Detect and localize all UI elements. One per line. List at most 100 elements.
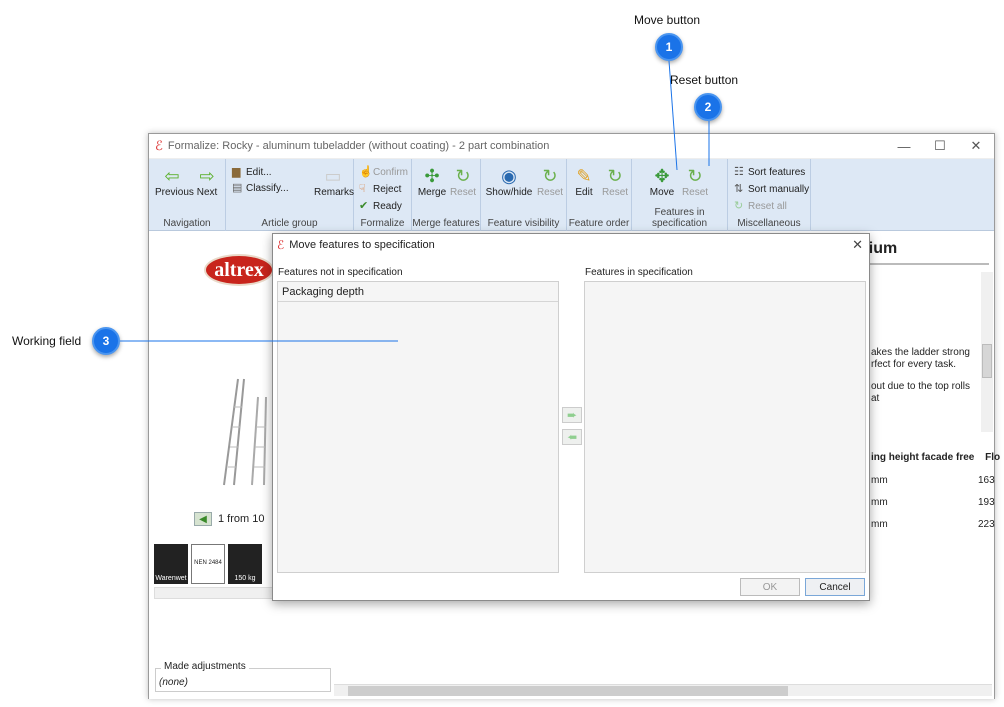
reset-all-button[interactable]: ↻ Reset all: [734, 199, 787, 212]
visibility-reset-button[interactable]: ↻ Reset: [535, 165, 565, 198]
features-not-in-spec-list[interactable]: Packaging depth: [277, 281, 559, 573]
pager-text: 1 from 10: [218, 513, 265, 525]
scrollbar-thumb[interactable]: [348, 686, 788, 696]
app-logo-icon: ℰ: [277, 238, 285, 252]
merge-label: Merge: [417, 187, 447, 198]
made-adjustments-legend: Made adjustments: [161, 661, 249, 672]
ok-button[interactable]: OK: [740, 578, 800, 596]
heading-divider: [859, 263, 989, 265]
previous-button[interactable]: ⇦ Previous: [155, 165, 194, 198]
table-cell: 223: [978, 519, 995, 530]
table-cell: mm: [871, 475, 888, 486]
move-button[interactable]: ✥ Move: [646, 165, 678, 198]
ribbon-group-visibility: ◉ Show/hide ↻ Reset Feature visibility: [481, 159, 567, 231]
table-cell: 193: [978, 497, 995, 508]
next-label: Next: [196, 187, 218, 198]
left-horizontal-scrollbar[interactable]: [154, 587, 274, 599]
remarks-button[interactable]: ▭ Remarks: [314, 165, 354, 198]
sort-manually-button[interactable]: ⇅ Sort manually: [734, 182, 809, 195]
spec-reset-button[interactable]: ↻ Reset: [680, 165, 710, 198]
title-bar: ℰ Formalize: Rocky - aluminum tubeladder…: [149, 134, 994, 159]
confirm-label: Confirm: [373, 167, 409, 178]
order-reset-label: Reset: [601, 187, 629, 198]
made-adjustments-box: Made adjustments (none): [155, 661, 331, 692]
dialog-close-button[interactable]: ✕: [852, 237, 863, 253]
ribbon-group-misc: ☷ Sort features ⇅ Sort manually ↻ Reset all…: [728, 159, 811, 231]
comment-icon: ▭: [324, 166, 342, 186]
features-in-spec-list[interactable]: [584, 281, 866, 573]
reset-icon: ↻: [455, 166, 471, 186]
arrow-left-icon: ⇦: [164, 166, 180, 186]
eye-icon: ◉: [501, 166, 517, 186]
certificates: Warenwet NEN 2484 150 kg: [154, 544, 262, 584]
ready-label: Ready: [373, 201, 402, 212]
ribbon: ⇦ Previous ⇨ Next Navigation ▆ Edit... ▤ C…: [149, 159, 994, 231]
table-row: mm 193: [871, 497, 995, 508]
ribbon-group-merge: ✣ Merge ↻ Reset Merge features: [412, 159, 481, 231]
reset-all-label: Reset all: [748, 201, 787, 212]
group-label-spec: Features in specification: [651, 207, 708, 229]
next-button[interactable]: ⇨ Next: [193, 165, 221, 198]
reject-button[interactable]: ☟ Reject: [359, 182, 401, 195]
description-scrollbar[interactable]: [981, 272, 993, 432]
table-cell: mm: [871, 497, 888, 508]
reject-label: Reject: [373, 184, 402, 195]
show-hide-button[interactable]: ◉ Show/hide: [485, 165, 533, 198]
merge-button[interactable]: ✣ Merge: [416, 165, 448, 198]
cert-nen: NEN 2484: [191, 544, 225, 584]
sort-az-icon: ⇅: [734, 183, 744, 195]
cancel-button[interactable]: Cancel: [805, 578, 865, 596]
move-features-dialog: ℰ Move features to specification ✕ Featu…: [272, 233, 870, 601]
table-header-cell: ing height facade free: [871, 452, 975, 463]
order-edit-button[interactable]: ✎ Edit: [569, 165, 599, 198]
confirm-icon: ☝: [359, 166, 373, 178]
reset-icon: ↻: [542, 166, 558, 186]
move-arrows-icon: ✥: [654, 166, 670, 186]
arrow-right-icon: ➨: [566, 408, 578, 422]
merge-reset-label: Reset: [449, 187, 477, 198]
bottom-horizontal-scrollbar[interactable]: [334, 684, 992, 696]
move-right-button[interactable]: ➨: [562, 407, 582, 423]
list-item[interactable]: Packaging depth: [278, 282, 558, 302]
made-adjustments-value: (none): [159, 677, 188, 688]
scrollbar-thumb[interactable]: [982, 344, 992, 378]
sort-manually-label: Sort manually: [748, 184, 810, 195]
order-reset-button[interactable]: ↻ Reset: [600, 165, 630, 198]
classify-icon: ▤: [232, 182, 243, 194]
reset-icon: ↻: [734, 200, 744, 212]
ready-icon: ✔: [359, 200, 369, 212]
app-logo-icon: ℰ: [155, 138, 163, 153]
group-label-visibility: Feature visibility: [487, 218, 560, 229]
move-left-button[interactable]: ➨: [562, 429, 582, 445]
image-pager: ◀ 1 from 10: [194, 512, 264, 526]
close-button[interactable]: ✕: [958, 138, 994, 154]
minimize-button[interactable]: —: [886, 139, 922, 154]
edit-article-button[interactable]: ▆ Edit...: [232, 165, 272, 178]
ribbon-group-spec: ✥ Move ↻ Reset Features in specification: [632, 159, 728, 231]
pager-prev-button[interactable]: ◀: [194, 512, 212, 526]
classify-button[interactable]: ▤ Classify...: [232, 181, 289, 194]
ribbon-group-navigation: ⇦ Previous ⇨ Next Navigation: [149, 159, 226, 231]
merge-reset-button[interactable]: ↻ Reset: [448, 165, 478, 198]
left-list-label: Features not in specification: [278, 267, 403, 278]
ladder-image: [223, 378, 267, 486]
altrex-logo: altrex: [204, 254, 274, 286]
pencil-icon: ✎: [576, 166, 592, 186]
callout-badge-2: 2: [694, 93, 722, 121]
cert-warenwet: Warenwet: [154, 544, 188, 584]
edit-article-label: Edit...: [246, 167, 272, 178]
callout-badge-3: 3: [92, 327, 120, 355]
table-header-cell: Flo: [985, 452, 1001, 463]
group-label-merge: Merge features: [412, 218, 480, 229]
callout-badge-1: 1: [655, 33, 683, 61]
order-edit-label: Edit: [575, 187, 593, 198]
right-list-label: Features in specification: [585, 267, 693, 278]
description-line: out due to the top rolls at: [871, 381, 970, 404]
dialog-title: Move features to specification: [289, 239, 435, 251]
ribbon-group-formalize: ☝Confirm ☟ Reject ✔ Ready Formalize: [354, 159, 412, 231]
sort-features-button[interactable]: ☷ Sort features: [734, 165, 805, 178]
ready-button[interactable]: ✔ Ready: [359, 199, 402, 212]
confirm-button[interactable]: ☝Confirm: [359, 165, 408, 178]
maximize-button[interactable]: ☐: [922, 138, 958, 154]
description-line: akes the ladder strong: [871, 347, 970, 358]
